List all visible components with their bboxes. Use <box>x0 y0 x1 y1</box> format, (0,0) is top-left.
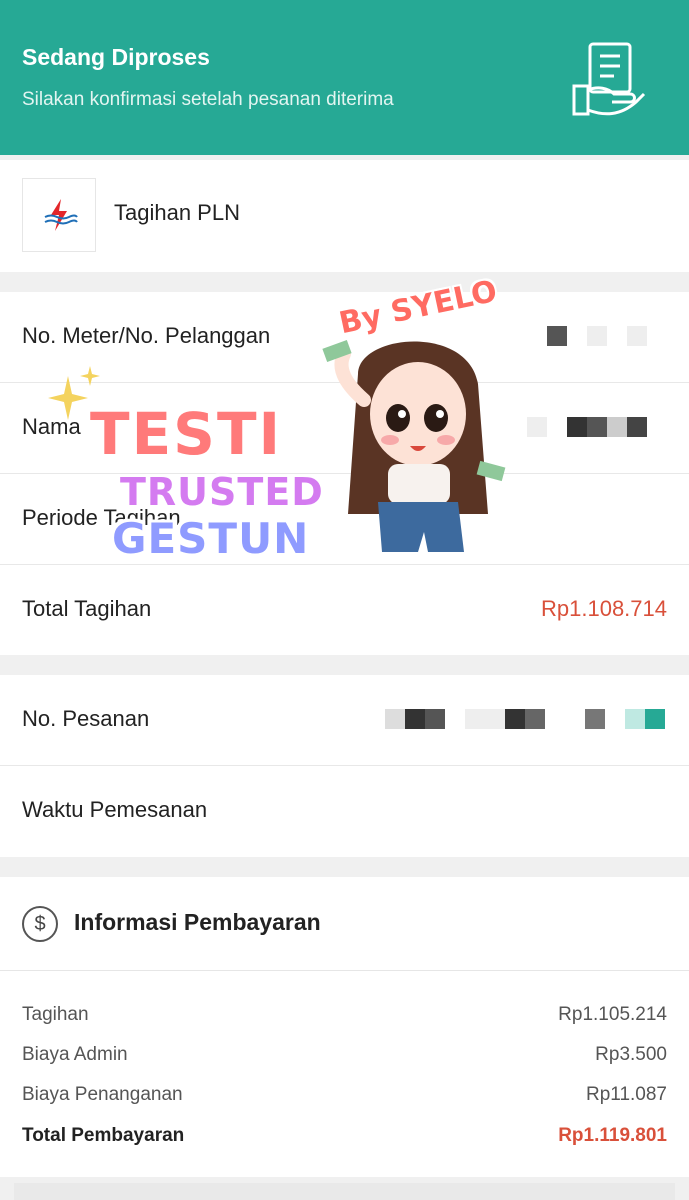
dollar-circle-icon: $ <box>22 906 58 942</box>
order-number-label: No. Pesanan <box>22 706 150 731</box>
pln-logo-icon <box>22 178 96 252</box>
payment-line-value: Rp3.500 <box>595 1044 667 1065</box>
product-name: Tagihan PLN <box>114 200 240 225</box>
product-card: Tagihan PLN <box>0 160 689 272</box>
order-info: No. Pesanan Waktu Pemesanan <box>0 675 689 857</box>
receipt-hand-icon <box>572 42 646 116</box>
payment-line-label: Biaya Penanganan <box>22 1084 183 1105</box>
payment-line-label: Biaya Admin <box>22 1044 128 1065</box>
period-label: Periode Tagihan <box>22 505 181 530</box>
order-time-label: Waktu Pemesanan <box>22 797 208 822</box>
order-time-row: Waktu Pemesanan <box>0 766 689 857</box>
status-header: Sedang Diproses Silakan konfirmasi setel… <box>0 0 689 155</box>
name-row: Nama <box>0 383 689 474</box>
bottom-bar <box>14 1183 675 1200</box>
order-number-row: No. Pesanan <box>0 675 689 766</box>
status-subtitle: Silakan konfirmasi setelah pesanan diter… <box>22 89 394 110</box>
name-value-redacted <box>527 417 647 437</box>
payment-line-admin-fee: Biaya Admin Rp3.500 <box>0 1044 689 1074</box>
meter-value-redacted <box>547 326 647 346</box>
payment-line-handling-fee: Biaya Penanganan Rp11.087 <box>0 1084 689 1114</box>
status-title: Sedang Diproses <box>22 44 210 70</box>
meter-row: No. Meter/No. Pelanggan <box>0 292 689 383</box>
order-number-redacted <box>385 709 665 729</box>
payment-info-header: $ Informasi Pembayaran <box>0 877 689 971</box>
payment-info: $ Informasi Pembayaran Tagihan Rp1.105.2… <box>0 877 689 1177</box>
total-bill-label: Total Tagihan <box>22 596 152 621</box>
payment-total-value: Rp1.119.801 <box>558 1125 667 1146</box>
bill-details: No. Meter/No. Pelanggan Nama Periode Tag… <box>0 292 689 655</box>
period-row: Periode Tagihan <box>0 474 689 565</box>
payment-total: Total Pembayaran Rp1.119.801 <box>0 1125 689 1155</box>
payment-info-title: Informasi Pembayaran <box>74 909 321 935</box>
payment-line-value: Rp11.087 <box>586 1084 667 1105</box>
payment-total-label: Total Pembayaran <box>22 1125 185 1146</box>
total-bill-value: Rp1.108.714 <box>541 596 667 621</box>
name-label: Nama <box>22 414 81 439</box>
payment-line-label: Tagihan <box>22 1004 89 1025</box>
total-bill-row: Total Tagihan Rp1.108.714 <box>0 565 689 656</box>
payment-line-value: Rp1.105.214 <box>558 1004 667 1025</box>
meter-label: No. Meter/No. Pelanggan <box>22 323 271 348</box>
payment-line-bill: Tagihan Rp1.105.214 <box>0 1004 689 1034</box>
